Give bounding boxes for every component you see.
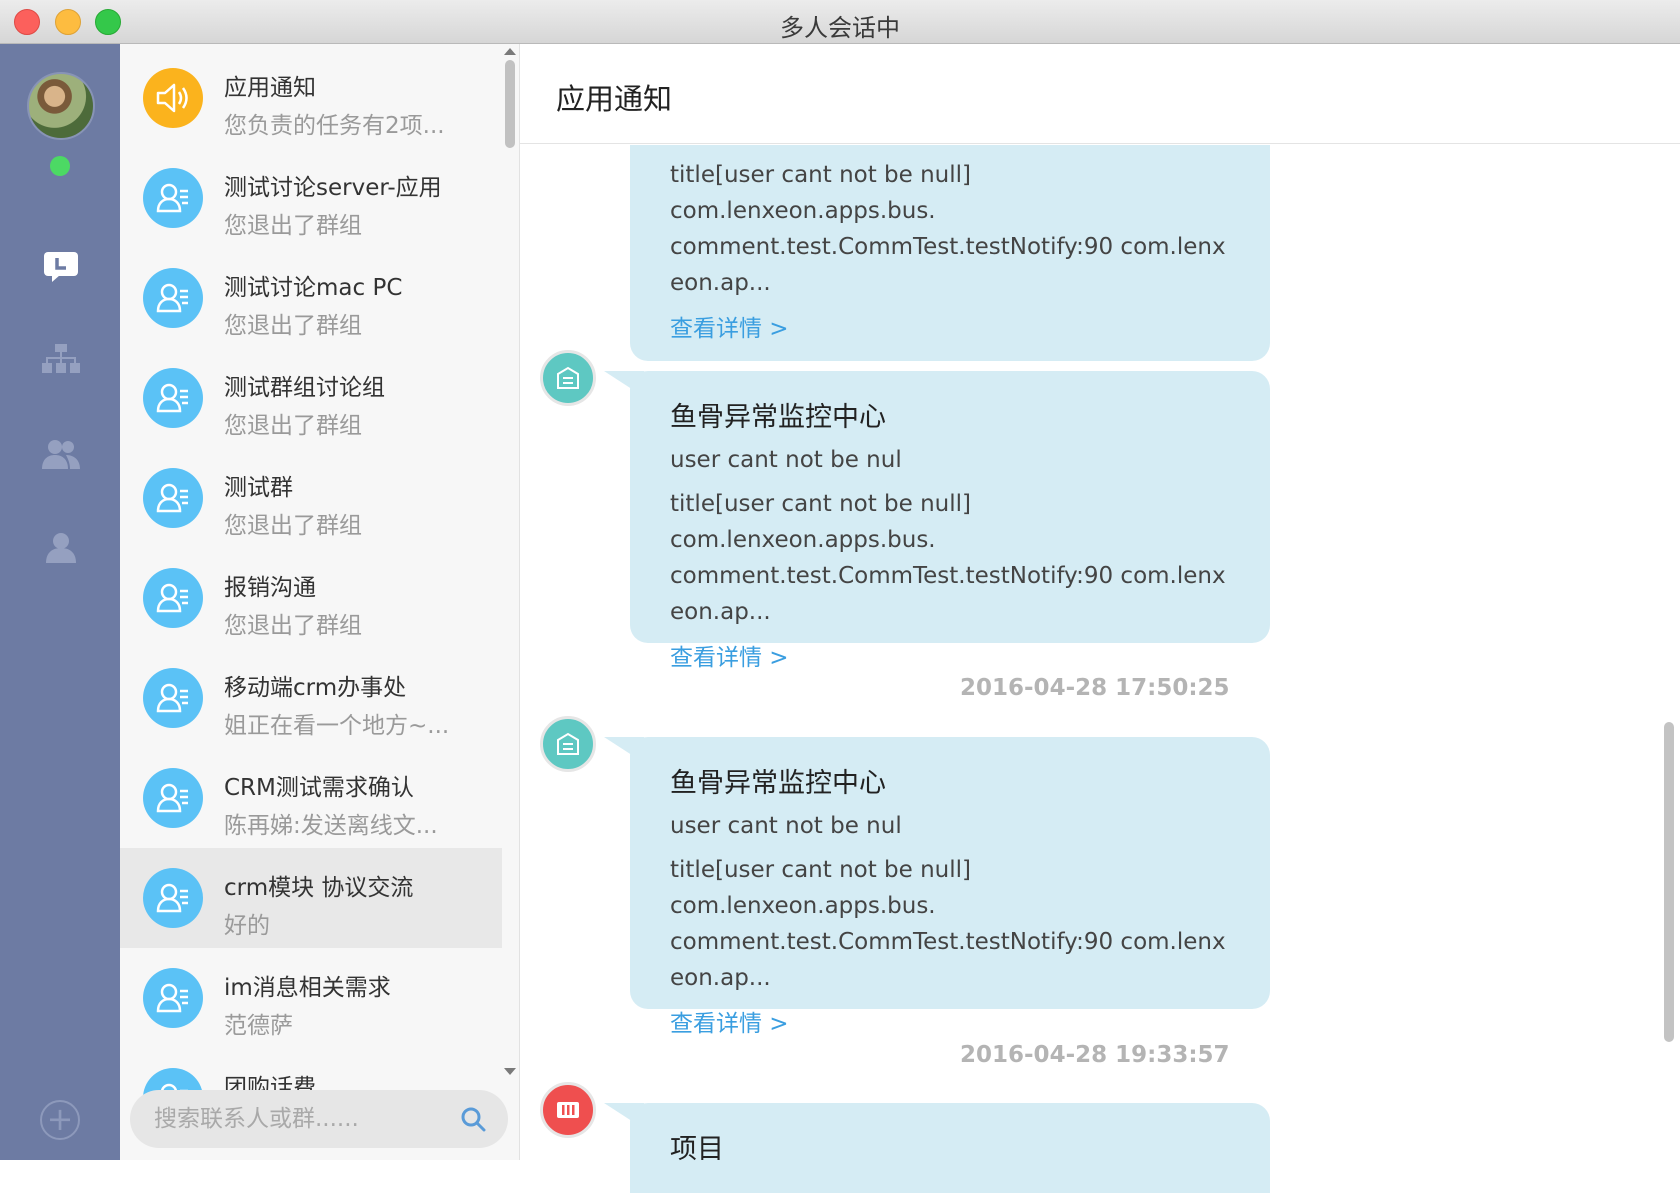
rail-chat-button[interactable] — [36, 242, 86, 292]
conversation-item[interactable]: 测试讨论server-应用 您退出了群组 — [120, 148, 502, 248]
conversation-item[interactable]: 测试群 您退出了群组 — [120, 448, 502, 548]
conversation-name: 应用通知 — [224, 75, 316, 101]
message-bubble: 鱼骨异常监控中心 user cant not be nul title[user… — [604, 371, 1270, 671]
message-body-line: title[user cant not be null] com.lenxeon… — [670, 162, 972, 224]
conversation-item[interactable]: 测试讨论mac PC 您退出了群组 — [120, 248, 502, 348]
group-icon — [143, 368, 203, 428]
scroll-down-arrow-icon[interactable] — [504, 1068, 516, 1075]
speaker-icon — [143, 68, 203, 128]
notice-board-icon — [557, 732, 579, 755]
scroll-up-arrow-icon[interactable] — [504, 48, 516, 55]
message-subtitle: user cant not be nul — [670, 813, 902, 839]
group-icon — [143, 468, 203, 528]
chat-title: 应用通知 — [556, 82, 673, 116]
message-timestamp: 2016-04-28 19:33:57 — [960, 1042, 1230, 1068]
list-scroll-thumb[interactable] — [505, 60, 515, 148]
message-body-line: comment.test.CommTest.testNotify:90 com.… — [670, 929, 1226, 955]
message-body-line: comment.test.CommTest.testNotify:90 com.… — [670, 234, 1226, 260]
nav-rail: + — [0, 44, 120, 1160]
conversation-preview: 您退出了群组 — [224, 613, 362, 639]
conversation-preview: 您退出了群组 — [224, 513, 362, 539]
search-input[interactable] — [154, 1102, 444, 1136]
conversation-preview: 范德萨 — [224, 1013, 293, 1039]
message-bubble: title[user cant not be null] com.lenxeon… — [630, 145, 1270, 361]
message-body-line: eon.ap... — [670, 599, 771, 625]
conversation-name: 测试讨论mac PC — [224, 275, 403, 301]
view-details-link[interactable]: 查看详情 > — [670, 1004, 1230, 1038]
conversation-name: im消息相关需求 — [224, 975, 391, 1001]
conversation-preview: 您退出了群组 — [224, 413, 362, 439]
message-body-line: title[user cant not be null] com.lenxeon… — [670, 491, 972, 553]
chat-header: 应用通知 — [520, 44, 1680, 144]
conversation-name: 测试讨论server-应用 — [224, 175, 442, 201]
group-icon — [143, 268, 203, 328]
user-avatar[interactable] — [27, 72, 95, 140]
group-icon — [143, 768, 203, 828]
message-bubble: 鱼骨异常监控中心 user cant not be nul title[user… — [604, 737, 1270, 1037]
conversation-name: 测试群组讨论组 — [224, 375, 385, 401]
conversation-item[interactable]: CRM测试需求确认 陈再娣:发送离线文... — [120, 748, 502, 848]
conversation-name: CRM测试需求确认 — [224, 775, 414, 801]
conversation-item[interactable]: 报销沟通您退出了群组 — [120, 548, 502, 648]
conversation-name: crm模块 协议交流 — [224, 875, 414, 901]
group-icon — [143, 568, 203, 628]
rail-profile-button[interactable] — [36, 522, 86, 572]
group-icon — [143, 168, 203, 228]
message-timestamp: 2016-04-28 17:50:25 — [960, 675, 1230, 701]
message-body-line: comment.test.CommTest.testNotify:90 com.… — [670, 563, 1226, 589]
group-icon — [143, 668, 203, 728]
message-title: 鱼骨异常监控中心 — [670, 768, 886, 799]
conversation-preview: 您退出了群组 — [224, 213, 362, 239]
chat-icon — [44, 252, 78, 282]
conversation-name: 测试群 — [224, 475, 293, 501]
project-icon — [557, 1102, 579, 1118]
window-title: 多人会话中 — [780, 14, 900, 42]
message-title: 项目 — [670, 1134, 724, 1165]
list-scrollbar[interactable] — [503, 44, 519, 1076]
rail-org-button[interactable] — [36, 334, 86, 384]
message-body-line: eon.ap... — [670, 965, 771, 991]
conversation-preview: 姐正在看一个地方~... — [224, 713, 450, 739]
sender-avatar[interactable] — [540, 716, 596, 772]
profile-icon — [46, 533, 76, 563]
conversation-preview: 您负责的任务有2项... — [224, 113, 445, 139]
conversation-name: 移动端crm办事处 — [224, 675, 407, 701]
message-subtitle: user cant not be nul — [670, 447, 902, 473]
group-icon — [143, 968, 203, 1028]
conversation-item[interactable]: 移动端crm办事处姐正在看一个地方~... — [120, 648, 502, 748]
view-details-link[interactable]: 查看详情 > — [670, 309, 1230, 343]
rail-contacts-button[interactable] — [36, 429, 86, 479]
org-chart-icon — [42, 344, 80, 373]
conversation-item[interactable]: im消息相关需求 范德萨 — [120, 948, 502, 1048]
search-box — [130, 1090, 508, 1148]
contacts-icon — [42, 440, 80, 469]
conversation-name: 报销沟通 — [224, 575, 316, 601]
search-icon[interactable] — [460, 1106, 486, 1132]
chat-panel: 应用通知 title[user cant not be null] com.le… — [520, 44, 1680, 1193]
message-area: title[user cant not be null] com.lenxeon… — [520, 145, 1680, 1193]
sender-avatar[interactable] — [540, 350, 596, 406]
add-button[interactable]: + — [40, 1100, 80, 1140]
conversation-list: 应用通知 您负责的任务有2项... 测试讨论server-应用 您退出了群组 测试讨论m… — [120, 44, 520, 1160]
view-details-link[interactable]: 查看详情 > — [670, 638, 1230, 672]
message-body-line: eon.ap... — [670, 270, 771, 296]
conversation-item[interactable]: 测试群组讨论组 您退出了群组 — [120, 348, 502, 448]
conversation-preview: 好的 — [224, 913, 270, 939]
message-title: 鱼骨异常监控中心 — [670, 402, 886, 433]
conversation-preview: 您退出了群组 — [224, 313, 362, 339]
conversation-preview: 陈再娣:发送离线文... — [224, 813, 438, 839]
window-titlebar: 多人会话中 — [0, 0, 1680, 44]
message-bubble: 项目 — [604, 1103, 1270, 1193]
group-icon — [143, 868, 203, 928]
message-body-line: title[user cant not be null] com.lenxeon… — [670, 857, 972, 919]
notice-board-icon — [557, 366, 579, 389]
online-status-dot — [50, 156, 70, 176]
conversation-item[interactable]: crm模块 协议交流 好的 — [120, 848, 502, 948]
conversation-item[interactable]: 应用通知您负责的任务有2项... — [120, 48, 502, 148]
sender-avatar[interactable] — [540, 1082, 596, 1138]
chat-scroll-thumb[interactable] — [1664, 722, 1674, 1042]
